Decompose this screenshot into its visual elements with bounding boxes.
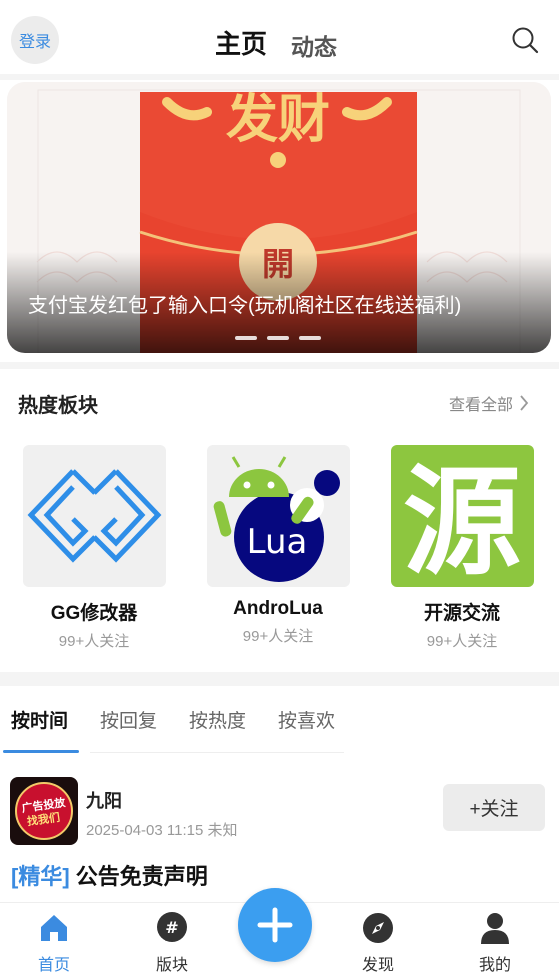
plus-icon (257, 907, 293, 943)
carousel-dot[interactable] (235, 336, 257, 340)
follow-button[interactable]: +关注 (443, 784, 545, 831)
tab-sort-likes[interactable]: 按喜欢 (278, 706, 335, 733)
active-tab-indicator (3, 750, 79, 753)
svg-text:#: # (165, 918, 178, 937)
nav-label: 发现 (361, 957, 394, 974)
tab-sort-replies[interactable]: 按回复 (100, 706, 157, 733)
opensource-logo: 源 (390, 445, 534, 587)
nav-discover[interactable]: 发现 (338, 911, 418, 974)
gg-logo (22, 445, 166, 587)
chevron-right-icon (520, 395, 529, 411)
view-all-label: 查看全部 (449, 397, 514, 414)
posts-section: 按时间 按回复 按热度 按喜欢 广告投放 找我们 九阳 2025-04-03 1… (0, 686, 559, 906)
tab-sort-hot[interactable]: 按热度 (189, 706, 246, 733)
hashtag-icon: # (157, 912, 187, 942)
androlua-logo: Lua (206, 445, 350, 587)
board-card-gg[interactable]: GG修改器 99+人关注 (19, 445, 169, 651)
board-followers: 99+人关注 (242, 628, 314, 645)
nav-boards[interactable]: # 版块 (132, 911, 212, 974)
opensource-logo-text: 源 (402, 452, 520, 587)
create-post-button[interactable] (238, 888, 312, 962)
board-name: GG修改器 (50, 603, 138, 624)
banner-carousel[interactable]: 发财 開 支付宝发红包了输入口令(玩机阁社区在线送福利) (7, 82, 551, 353)
post-tag: [精华] (11, 864, 70, 889)
post-title[interactable]: [精华] 公告免责声明 (11, 859, 208, 891)
carousel-dots (235, 336, 321, 340)
login-button[interactable]: 登录 (11, 16, 59, 64)
user-icon (481, 913, 509, 944)
tab-sort-time[interactable]: 按时间 (11, 706, 68, 733)
home-icon (41, 915, 67, 941)
sort-tabs: 按时间 按回复 按热度 按喜欢 (0, 686, 559, 753)
avatar[interactable]: 广告投放 找我们 (10, 777, 78, 845)
view-all-link[interactable]: 查看全部 (449, 391, 529, 415)
post-username[interactable]: 九阳 (86, 787, 122, 813)
banner-section: 发财 開 支付宝发红包了输入口令(玩机阁社区在线送福利) (0, 80, 559, 362)
board-card-opensource[interactable]: 源 开源交流 99+人关注 (387, 445, 537, 651)
banner-caption: 支付宝发红包了输入口令(玩机阁社区在线送福利) (28, 295, 462, 317)
nav-label: 首页 (37, 957, 70, 974)
compass-icon (363, 913, 393, 943)
board-followers: 99+人关注 (426, 633, 498, 650)
search-icon[interactable] (511, 26, 539, 54)
section-title: 热度板块 (18, 395, 98, 417)
board-card-androlua[interactable]: Lua AndroLua 99+人关注 (203, 445, 353, 646)
hot-boards-section: 热度板块 查看全部 GG修改器 99+人关注 Lua AndroLua 99+人… (0, 369, 559, 672)
nav-home[interactable]: 首页 (14, 911, 94, 974)
board-name: AndroLua (233, 598, 323, 619)
nav-label: 我的 (478, 957, 511, 974)
carousel-dot[interactable] (267, 336, 289, 340)
nav-label: 版块 (155, 957, 188, 974)
post-title-text: 公告免责声明 (75, 864, 208, 889)
envelope-top-text: 发财 (226, 90, 330, 150)
tab-main[interactable]: 主页 (215, 24, 267, 61)
board-name: 开源交流 (423, 603, 500, 624)
nav-mine[interactable]: 我的 (455, 911, 535, 974)
tab-divider (90, 752, 344, 753)
post-meta: 2025-04-03 11:15 未知 (86, 822, 238, 839)
board-followers: 99+人关注 (58, 633, 130, 650)
tab-feed[interactable]: 动态 (291, 28, 337, 62)
top-header: 登录 主页 动态 (0, 0, 559, 74)
androlua-logo-text: Lua (246, 522, 307, 562)
carousel-dot[interactable] (299, 336, 321, 340)
